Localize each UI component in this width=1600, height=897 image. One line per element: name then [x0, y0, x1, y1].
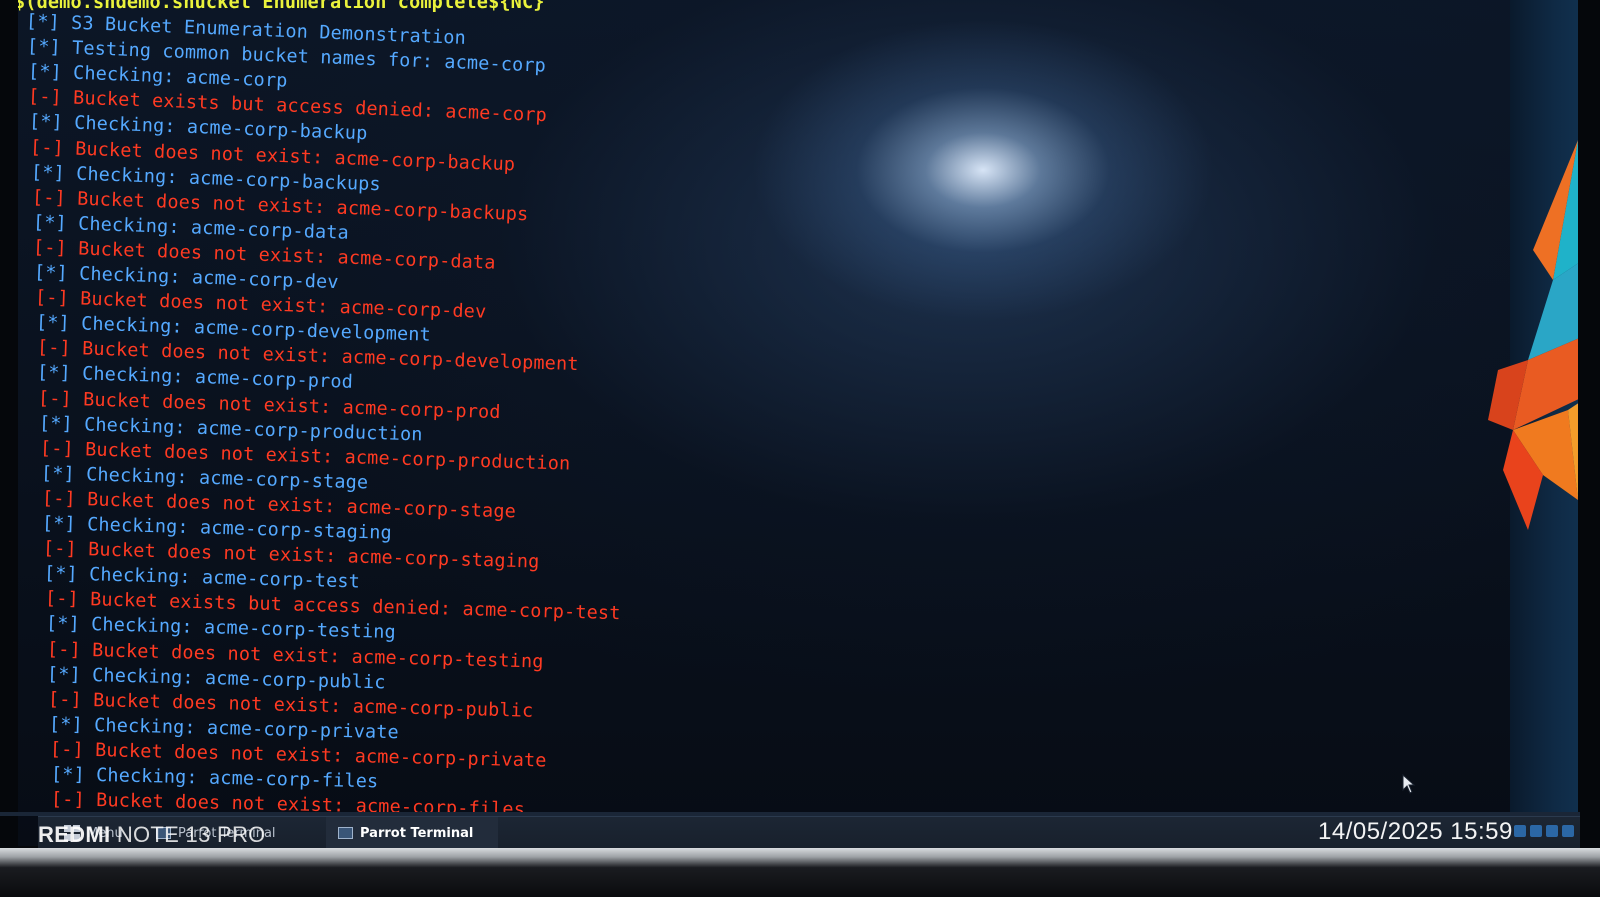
volume-icon[interactable]: [1530, 825, 1542, 837]
monitor-bezel: [0, 848, 1600, 897]
monitor-screen: $(demo.shdemo.shucket Enumeration comple…: [18, 0, 1578, 846]
terminal-window[interactable]: $(demo.shdemo.shucket Enumeration comple…: [18, 0, 1508, 815]
watermark-brand: REDMI: [38, 822, 111, 847]
network-icon[interactable]: [1514, 825, 1526, 837]
taskbar-item-parrot-terminal-active[interactable]: Parrot Terminal: [326, 817, 498, 849]
terminal-icon: [338, 827, 353, 839]
system-tray: [1514, 825, 1574, 837]
terminal-command-line: $(demo.shdemo.shucket Enumeration comple…: [18, 0, 556, 13]
taskbar-item-label: Parrot Terminal: [360, 825, 474, 841]
display-icon[interactable]: [1562, 825, 1574, 837]
terminal-info-line: [*] Checking: acme-corp-files: [50, 764, 379, 793]
camera-watermark: REDMI NOTE 13 PRO: [38, 822, 266, 848]
parrot-logo-icon: [1488, 140, 1578, 530]
update-icon[interactable]: [1546, 825, 1558, 837]
photo-timestamp: 14/05/2025 15:59: [1318, 818, 1513, 845]
watermark-model: NOTE 13 PRO: [116, 822, 266, 847]
mouse-cursor-icon: [1402, 774, 1416, 794]
